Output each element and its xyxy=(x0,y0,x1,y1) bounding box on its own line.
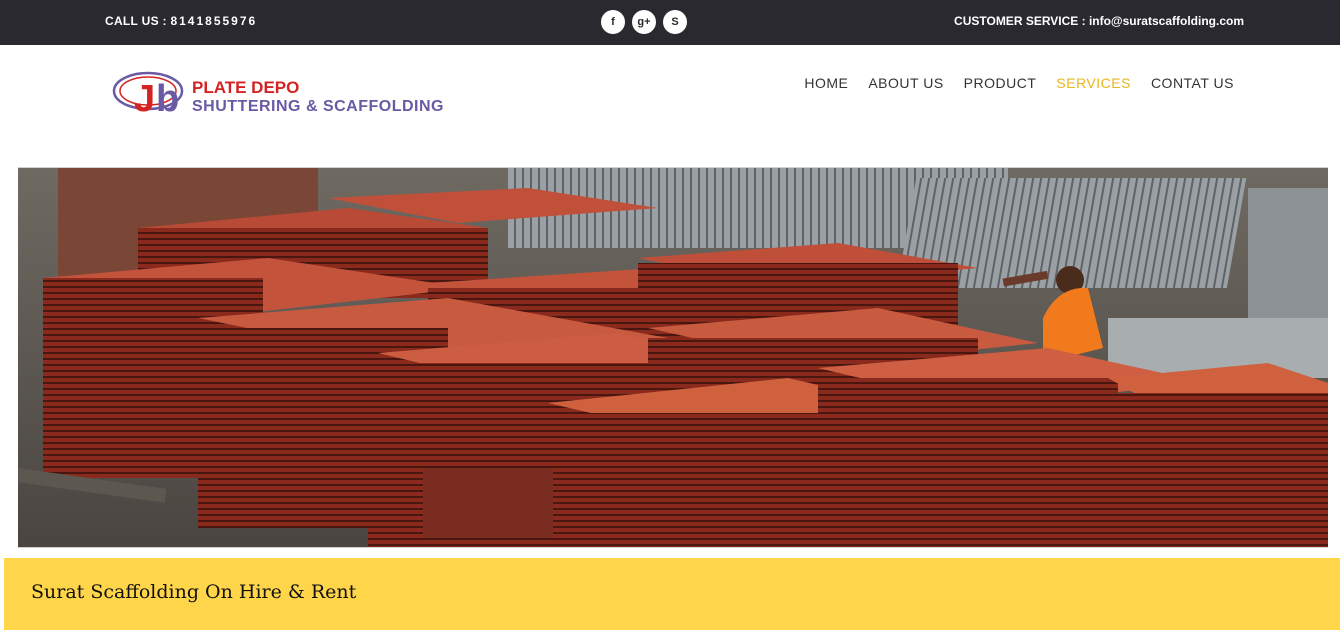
page-title-banner: Surat Scaffolding On Hire & Rent xyxy=(4,558,1340,630)
nav-home[interactable]: HOME xyxy=(804,75,848,91)
main-nav: HOME ABOUT US PRODUCT SERVICES CONTAT US xyxy=(804,75,1234,91)
call-us: CALL US : 8141855976 xyxy=(105,14,257,28)
page-title: Surat Scaffolding On Hire & Rent xyxy=(31,581,357,603)
facebook-icon[interactable]: f xyxy=(601,10,625,34)
svg-text:b: b xyxy=(156,78,179,120)
logo-mark-icon: J b xyxy=(112,71,184,120)
customer-service-email[interactable]: CUSTOMER SERVICE : info@suratscaffolding… xyxy=(954,14,1244,28)
svg-text:J: J xyxy=(134,78,155,120)
phone-number[interactable]: 8141855976 xyxy=(170,14,257,28)
nav-about-us[interactable]: ABOUT US xyxy=(868,75,943,91)
top-bar: CALL US : 8141855976 f g+ S CUSTOMER SER… xyxy=(0,0,1340,45)
site-header: J b PLATE DEPO SHUTTERING & SCAFFOLDING … xyxy=(0,45,1340,155)
google-plus-icon[interactable]: g+ xyxy=(632,10,656,34)
site-logo[interactable]: J b PLATE DEPO SHUTTERING & SCAFFOLDING xyxy=(112,65,472,121)
hero-image xyxy=(18,167,1328,548)
logo-line-1: PLATE DEPO xyxy=(192,78,300,97)
logo-line-2: SHUTTERING & SCAFFOLDING xyxy=(192,98,444,115)
nav-services[interactable]: SERVICES xyxy=(1056,75,1131,91)
social-links: f g+ S xyxy=(601,10,687,34)
skype-icon[interactable]: S xyxy=(663,10,687,34)
nav-product[interactable]: PRODUCT xyxy=(964,75,1037,91)
call-label: CALL US : xyxy=(105,14,171,28)
shuttering-plates-photo xyxy=(18,168,1328,547)
nav-contact-us[interactable]: CONTAT US xyxy=(1151,75,1234,91)
logo-text: PLATE DEPO SHUTTERING & SCAFFOLDING xyxy=(192,78,444,116)
